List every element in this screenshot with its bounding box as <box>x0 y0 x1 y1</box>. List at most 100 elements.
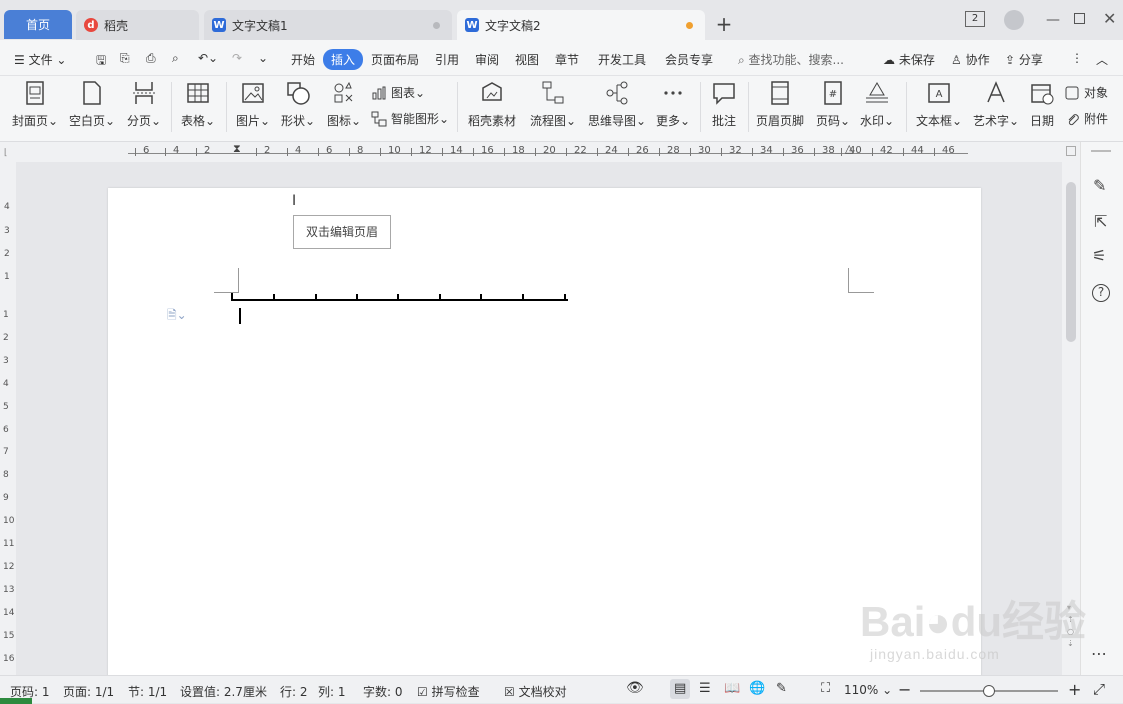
watermark-button[interactable]: 水印⌄ <box>860 80 894 129</box>
more-label: 更多⌄ <box>656 114 691 128</box>
select-pointer-icon[interactable]: ⇱ <box>1094 212 1107 231</box>
cover-page-icon <box>26 81 44 105</box>
blank-page-button[interactable]: 空白页⌄ <box>69 80 115 129</box>
status-row[interactable]: 行: 2 <box>280 683 308 700</box>
status-word-count[interactable]: 字数: 0 <box>363 683 403 700</box>
tab-doc2[interactable]: W 文字文稿2 <box>457 10 705 40</box>
more-icon[interactable]: ⋯ <box>1091 644 1107 663</box>
collab-button[interactable]: ♙ 协作 <box>951 51 990 68</box>
zoom-in-icon[interactable]: + <box>1068 680 1081 699</box>
status-section[interactable]: 节: 1/1 <box>128 683 167 700</box>
spellcheck-button[interactable]: ☑ 拼写检查 <box>417 683 480 700</box>
doc-proof-label: 文档校对 <box>518 685 567 699</box>
collapse-ribbon-icon[interactable]: ︿ <box>1096 51 1108 68</box>
paragraph-layout-icon[interactable]: 🗎⌄ <box>167 306 187 327</box>
more-button[interactable]: 更多⌄ <box>656 80 690 129</box>
icon-button[interactable]: 图标⌄ <box>327 80 361 129</box>
edit-pen-icon[interactable]: ✎ <box>1093 176 1106 195</box>
comment-button[interactable]: 批注 <box>711 80 737 129</box>
object-button[interactable]: 对象 <box>1064 84 1108 101</box>
cover-page-button[interactable]: 封面页⌄ <box>12 80 58 129</box>
split-view-icon[interactable] <box>1066 146 1076 156</box>
print-icon[interactable]: ⎙ <box>146 51 156 66</box>
smartart-button[interactable]: 智能图形 ⌄ <box>371 110 449 127</box>
fullscreen-icon[interactable]: ⤢ <box>1093 680 1105 698</box>
search-box[interactable]: ⌕ 查找功能、搜索... <box>738 51 844 68</box>
chart-button[interactable]: 图表 ⌄ <box>371 84 425 101</box>
status-pages[interactable]: 页面: 1/1 <box>63 683 114 700</box>
zoom-slider[interactable] <box>920 685 1058 697</box>
wordart-button[interactable]: 艺术字⌄ <box>973 80 1019 129</box>
status-page-number[interactable]: 页码: 1 <box>10 683 50 700</box>
status-setting-value[interactable]: 设置值: 2.7厘米 <box>180 683 267 700</box>
menu-start[interactable]: 开始 <box>291 51 315 68</box>
eye-protection-icon[interactable]: 👁 <box>626 680 644 696</box>
picture-button[interactable]: 图片⌄ <box>236 80 270 129</box>
right-indent-marker-icon[interactable]: △ <box>845 142 853 155</box>
sidebar-handle[interactable] <box>1091 150 1111 152</box>
fit-page-icon[interactable]: ⛶ <box>821 681 830 696</box>
write-mode-icon[interactable]: ✎ <box>776 681 787 696</box>
file-menu[interactable]: ☰ 文件 ⌄ <box>14 51 66 68</box>
share-button[interactable]: ⇪ 分享 <box>1005 51 1043 68</box>
zoom-out-icon[interactable]: − <box>898 680 911 699</box>
wordart-icon <box>987 81 1005 103</box>
tab-doc1[interactable]: W 文字文稿1 <box>204 10 452 40</box>
page-number-button[interactable]: # 页码⌄ <box>816 80 850 129</box>
ruler-tick-label: 42 <box>880 145 893 156</box>
tab-doc1-saved-dot[interactable] <box>433 22 440 29</box>
menu-developer[interactable]: 开发工具 <box>598 51 646 68</box>
flowchart-button[interactable]: 流程图⌄ <box>530 80 576 129</box>
daoke-material-button[interactable]: 稻壳素材 <box>468 80 516 129</box>
menu-member[interactable]: 会员专享 <box>665 51 713 68</box>
status-column[interactable]: 列: 1 <box>318 683 346 700</box>
zoom-dropdown[interactable]: 110% ⌄ <box>844 683 892 697</box>
inserted-ruler-line[interactable] <box>228 290 573 304</box>
menu-review[interactable]: 审阅 <box>475 51 499 68</box>
close-icon[interactable]: ✕ <box>1103 9 1116 28</box>
unsaved-button[interactable]: ☁ 未保存 <box>883 51 935 68</box>
ruler-tick-label: 15 <box>3 630 15 641</box>
zoom-slider-thumb[interactable] <box>983 685 995 697</box>
web-view-icon[interactable]: 🌐 <box>749 681 765 696</box>
menu-chapter[interactable]: 章节 <box>555 51 579 68</box>
tab-home[interactable]: 首页 <box>4 10 72 39</box>
save-icon[interactable]: 🖫 <box>96 51 106 72</box>
table-button[interactable]: 表格⌄ <box>181 80 215 129</box>
header-footer-button[interactable]: 页眉页脚 <box>756 80 804 129</box>
outline-view-icon[interactable]: ☰ <box>699 681 711 696</box>
menu-references[interactable]: 引用 <box>435 51 459 68</box>
adjust-sliders-icon[interactable]: ⚟ <box>1092 246 1106 265</box>
doc-proof-button[interactable]: ☒ 文档校对 <box>504 683 567 700</box>
textbox-button[interactable]: A 文本框⌄ <box>916 80 962 129</box>
date-button[interactable]: 日期 <box>1029 80 1055 129</box>
undo-icon[interactable]: ↶⌄ <box>198 51 218 65</box>
help-icon[interactable]: ? <box>1092 284 1110 302</box>
more-options-icon[interactable]: ⋮ <box>1071 51 1083 65</box>
document-page[interactable]: I 双击编辑页眉 🗎⌄ <box>108 188 981 678</box>
horizontal-ruler[interactable]: ⌊ 6 4 2 2 4 6 8 10 12 14 16 18 20 22 24 26 28 30 32 34 36 38 4… <box>0 142 1062 162</box>
redo-icon[interactable]: ↷ <box>232 51 242 65</box>
vertical-ruler[interactable]: 4 3 2 1 1 2 3 4 5 6 7 8 9 10 11 12 13 14 15 16 <box>0 162 16 675</box>
attachment-button[interactable]: 附件 <box>1064 110 1108 127</box>
new-tab-button[interactable]: + <box>712 12 736 36</box>
avatar[interactable] <box>1004 10 1024 30</box>
indent-marker-icon[interactable]: ⧗ <box>233 142 241 156</box>
minimize-icon[interactable]: — <box>1046 12 1060 28</box>
window-count-badge[interactable]: 2 <box>965 11 985 27</box>
page-break-button[interactable]: 分页⌄ <box>127 80 161 129</box>
tab-stop-icon[interactable]: ⌊ <box>4 148 8 158</box>
tab-doc2-unsaved-dot[interactable] <box>686 22 693 29</box>
scroll-thumb[interactable] <box>1066 182 1076 342</box>
print-preview-icon[interactable]: ⌕ <box>172 51 179 66</box>
menu-page-layout[interactable]: 页面布局 <box>371 51 419 68</box>
format-painter-icon[interactable]: ⎘ <box>120 51 130 66</box>
customize-icon[interactable]: ⌄ <box>258 51 268 65</box>
tab-daoke[interactable]: d 稻壳 <box>76 10 199 40</box>
mindmap-button[interactable]: 思维导图⌄ <box>588 80 646 129</box>
reading-view-icon[interactable]: 📖 <box>724 681 740 696</box>
menu-view[interactable]: 视图 <box>515 51 539 68</box>
shape-button[interactable]: 形状⌄ <box>281 80 315 129</box>
maximize-icon[interactable] <box>1074 13 1085 24</box>
menu-insert[interactable]: 插入 <box>323 49 364 70</box>
